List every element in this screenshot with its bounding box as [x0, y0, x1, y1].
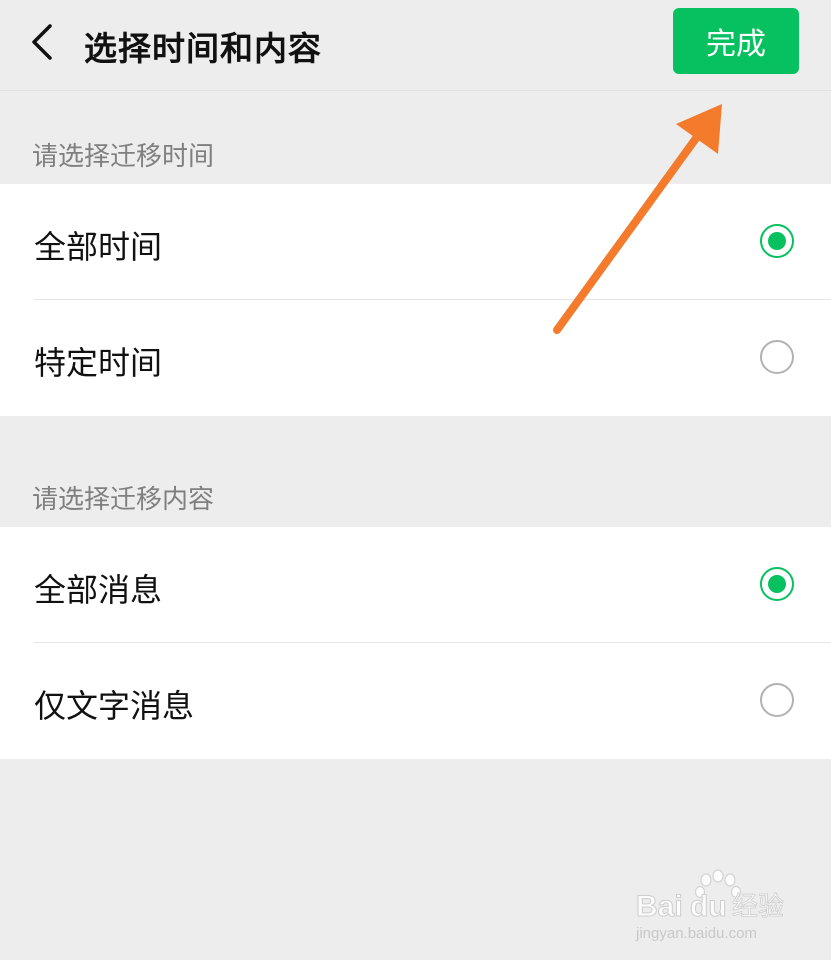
option-all-messages[interactable]: 全部消息 [0, 527, 831, 643]
time-options-list: 全部时间 特定时间 [0, 184, 831, 416]
option-label: 特定时间 [34, 344, 163, 382]
done-button[interactable]: 完成 [673, 8, 799, 74]
svg-text:jingyan.baidu.com: jingyan.baidu.com [635, 925, 757, 942]
option-label: 全部消息 [34, 571, 163, 609]
option-label: 全部时间 [34, 228, 163, 266]
back-button[interactable] [22, 20, 62, 64]
option-all-time[interactable]: 全部时间 [0, 184, 831, 300]
content-section-label: 请选择迁移内容 [32, 485, 215, 515]
svg-text:du: du [690, 890, 727, 923]
chevron-left-icon [32, 24, 52, 60]
option-text-only-messages[interactable]: 仅文字消息 [0, 643, 831, 759]
page-title: 选择时间和内容 [84, 29, 322, 68]
svg-text:经验: 经验 [732, 892, 784, 922]
option-specific-time[interactable]: 特定时间 [0, 300, 831, 416]
radio-unchecked-icon[interactable] [760, 340, 794, 374]
time-section-label: 请选择迁移时间 [32, 142, 215, 172]
radio-unchecked-icon[interactable] [760, 683, 794, 717]
content-options-list: 全部消息 仅文字消息 [0, 527, 831, 759]
radio-checked-icon[interactable] [760, 567, 794, 601]
svg-text:Bai: Bai [636, 890, 683, 923]
radio-checked-icon[interactable] [760, 224, 794, 258]
app-screen: 选择时间和内容 完成 请选择迁移时间 全部时间 特定时间 请选择迁移内容 全部消… [0, 0, 831, 960]
nav-header: 选择时间和内容 完成 [0, 0, 831, 91]
option-label: 仅文字消息 [34, 687, 195, 725]
baidu-watermark-logo: Bai du 经验 jingyan.baidu.com [635, 869, 784, 942]
